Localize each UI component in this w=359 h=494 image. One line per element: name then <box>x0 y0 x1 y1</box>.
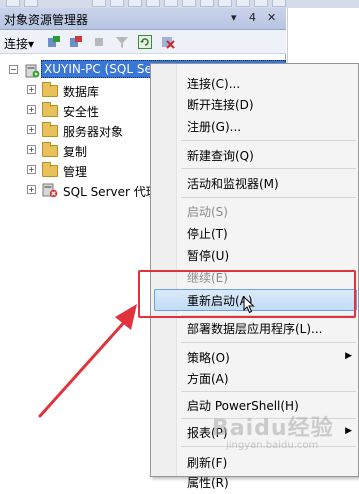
menu-item-properties[interactable]: 属性(R) <box>187 474 229 494</box>
watermark-url: jingyan.baidu.com <box>226 440 319 451</box>
watermark-brand: Baidu经验 <box>212 416 334 441</box>
mouse-cursor-icon <box>243 296 255 314</box>
annotation-arrow-icon <box>38 304 137 418</box>
